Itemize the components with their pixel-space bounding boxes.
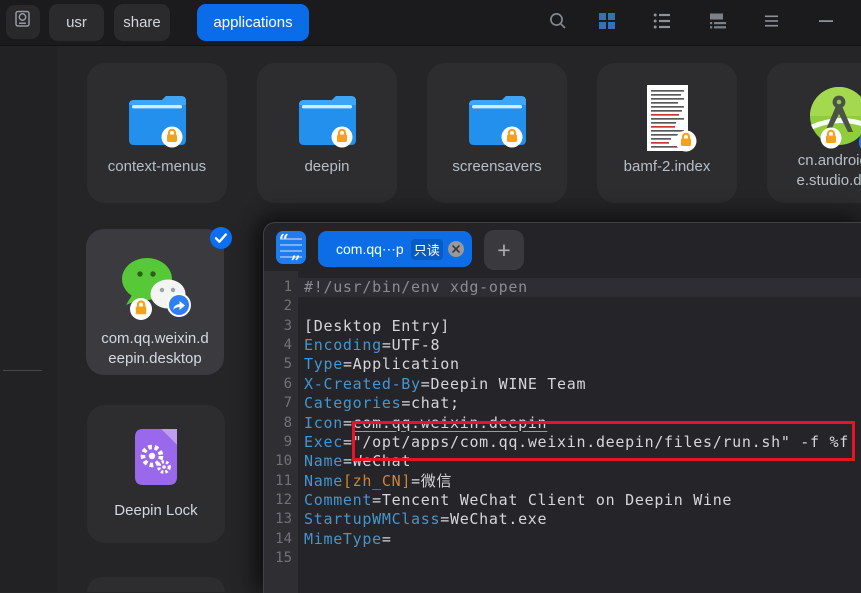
file-label-line2: eepin.desktop	[108, 350, 202, 367]
file-tile-screensavers[interactable]: screensavers	[427, 63, 567, 203]
title-toolbar: usr share applications	[0, 0, 861, 46]
svg-text:„: „	[291, 243, 301, 263]
code-line[interactable]: Comment=Tencent WeChat Client on Deepin …	[298, 491, 861, 510]
hamburger-menu-icon	[763, 12, 781, 35]
folder-icon	[87, 93, 227, 149]
file-tile-android-studio[interactable]: cn.androidg e.studio.des	[767, 63, 861, 203]
file-tile-context-menus[interactable]: context-menus	[87, 63, 227, 203]
file-label: cn.androidg e.studio.des	[767, 151, 861, 191]
editor-tab[interactable]: com.qq⋯p 只读	[318, 231, 472, 267]
new-tab-button[interactable]: +	[484, 230, 524, 270]
file-tile-deepin-lock[interactable]: Deepin Lock	[87, 405, 225, 543]
list-view-button[interactable]	[650, 11, 674, 35]
line-number: 2	[283, 298, 292, 315]
search-icon	[548, 11, 568, 36]
svg-text:“: “	[279, 231, 289, 251]
file-label: context-menus	[107, 158, 207, 175]
line-number: 14	[275, 530, 292, 547]
grid-view-icon	[598, 12, 616, 35]
file-label-line1: cn.androidg	[797, 152, 861, 169]
folder-icon	[427, 93, 567, 149]
code-line[interactable]	[298, 549, 861, 568]
search-button[interactable]	[546, 11, 570, 35]
file-label-line2: e.studio.des	[796, 172, 861, 189]
disk-icon	[13, 10, 33, 35]
editor-tab-bar: “ „ com.qq⋯p 只读 +	[264, 223, 861, 271]
file-label: bamf-2.index	[623, 158, 711, 175]
code-line[interactable]: StartupWMClass=WeChat.exe	[298, 510, 861, 529]
line-number: 12	[275, 491, 292, 508]
text-document-icon	[597, 83, 737, 155]
deepin-lock-icon	[87, 429, 225, 485]
annotation-red-box	[352, 421, 855, 461]
line-number: 8	[283, 414, 292, 431]
tab-close-button[interactable]	[447, 241, 464, 257]
code-line[interactable]: Type=Application	[298, 355, 861, 374]
line-number: 6	[283, 375, 292, 392]
readonly-badge: 只读	[410, 238, 443, 260]
file-tile-partial[interactable]	[87, 577, 225, 592]
code-line[interactable]	[298, 297, 861, 316]
editor-gutter: 1 2 3 4 5 6 7 8 9 10 11 12 13 14 15	[264, 278, 298, 568]
line-number: 10	[275, 453, 292, 470]
line-number: 1	[283, 279, 292, 295]
code-line[interactable]: X-Created-By=Deepin WINE Team	[298, 375, 861, 394]
code-line[interactable]: [Desktop Entry]	[298, 317, 861, 336]
list-view-icon	[653, 12, 671, 35]
menu-button[interactable]	[760, 11, 784, 35]
deepin-editor-app-icon: “ „	[276, 231, 306, 264]
file-label: deepin	[304, 158, 350, 175]
breadcrumb-usr[interactable]: usr	[49, 4, 104, 41]
line-number: 7	[283, 395, 292, 412]
code-line[interactable]: MimeType=	[298, 530, 861, 549]
file-tile-bamf-index[interactable]: bamf-2.index	[597, 63, 737, 203]
icon-view-button[interactable]	[595, 11, 619, 35]
line-number: 13	[275, 511, 292, 528]
minimize-icon	[817, 12, 835, 35]
code-line[interactable]: #!/usr/bin/env xdg-open	[298, 278, 861, 298]
text-editor-window: “ „ com.qq⋯p 只读 + 1 2 3 4 5 6 7 8 9 10 11 12 13 14 15 …	[263, 222, 861, 593]
file-label-line1: com.qq.weixin.d	[101, 330, 209, 347]
code-line[interactable]: Name[zh_CN]=微信	[298, 472, 861, 491]
file-label: screensavers	[452, 158, 542, 175]
code-line[interactable]: Categories=chat;	[298, 394, 861, 413]
file-label: Deepin Lock	[114, 502, 198, 519]
minimize-button[interactable]	[814, 11, 838, 35]
wechat-icon	[86, 253, 224, 325]
folder-icon	[257, 93, 397, 149]
line-number: 11	[275, 472, 292, 489]
detail-view-icon	[709, 12, 727, 35]
close-icon	[451, 245, 460, 253]
file-tile-wechat-desktop[interactable]: com.qq.weixin.d eepin.desktop	[86, 229, 224, 375]
selected-checkmark-icon	[210, 227, 232, 254]
android-studio-icon	[767, 85, 861, 153]
file-tile-deepin[interactable]: deepin	[257, 63, 397, 203]
line-number: 5	[283, 356, 292, 373]
breadcrumb-applications[interactable]: applications	[197, 4, 309, 41]
breadcrumb-root-button[interactable]	[6, 5, 40, 39]
sidebar-divider	[3, 370, 42, 371]
detail-view-button[interactable]	[706, 11, 730, 35]
line-number: 9	[283, 433, 292, 450]
breadcrumb-share[interactable]: share	[114, 4, 170, 41]
line-number: 4	[283, 337, 292, 354]
tab-title: com.qq⋯p	[336, 240, 404, 257]
line-number: 15	[275, 550, 292, 567]
file-label: com.qq.weixin.d eepin.desktop	[86, 329, 224, 369]
code-line[interactable]: Encoding=UTF-8	[298, 336, 861, 355]
collapsed-sidebar	[0, 46, 57, 592]
line-number: 3	[283, 317, 292, 334]
